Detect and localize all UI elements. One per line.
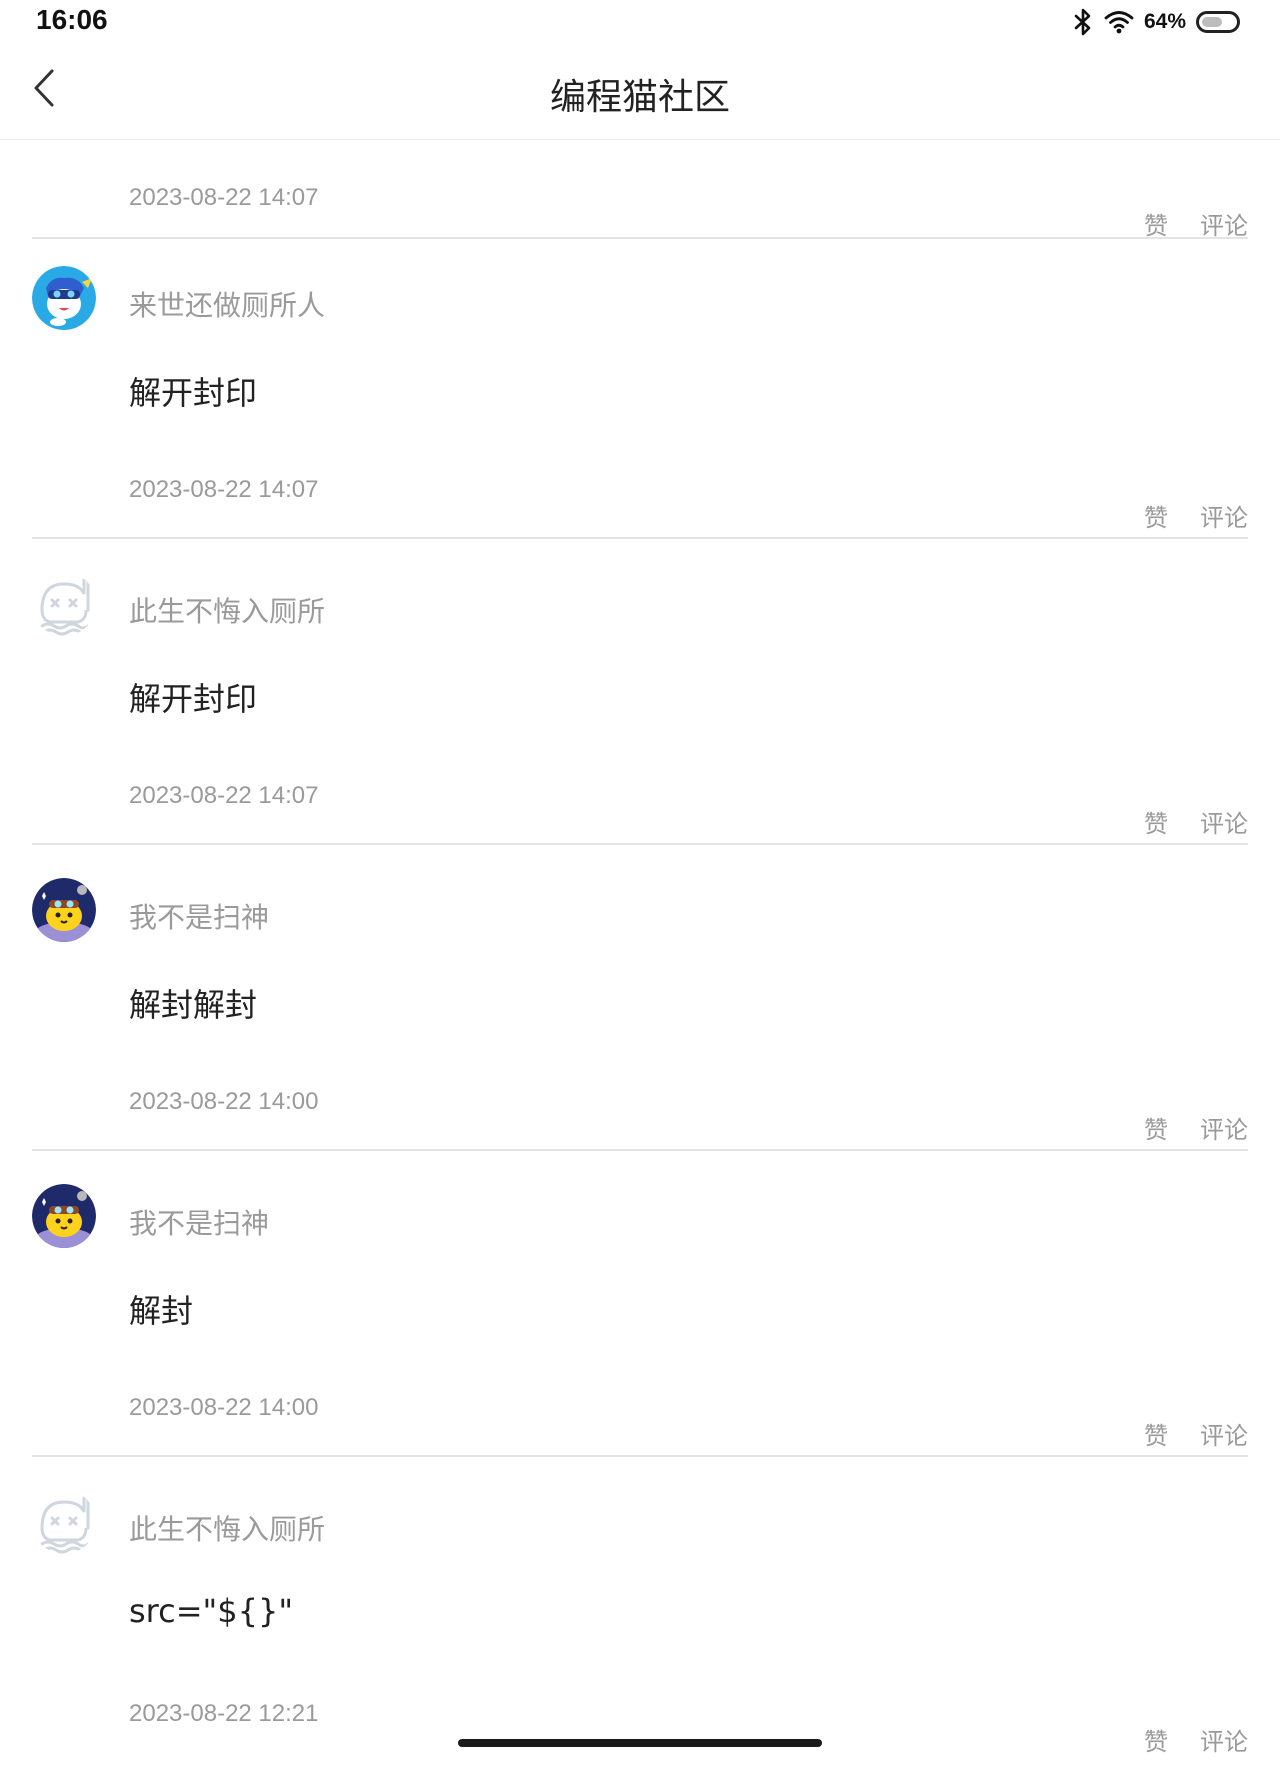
comment-timestamp: 2023-08-22 14:07 xyxy=(129,782,319,809)
battery-icon xyxy=(1196,11,1240,33)
user-avatar[interactable] xyxy=(32,572,96,636)
wifi-icon xyxy=(1104,11,1134,34)
comment-content: 解开封印 xyxy=(129,374,258,412)
page-title: 编程猫社区 xyxy=(549,77,730,118)
comment-author[interactable]: 此生不悔入厕所 xyxy=(129,1508,325,1548)
comment-author[interactable]: 我不是扫神 xyxy=(129,896,269,936)
like-button[interactable]: 赞 xyxy=(1144,804,1168,839)
battery-percent: 64% xyxy=(1143,10,1186,33)
battery-fill xyxy=(1202,17,1223,27)
user-avatar[interactable] xyxy=(32,266,96,330)
comment-timestamp: 2023-08-22 14:00 xyxy=(129,1088,319,1115)
comment-author[interactable]: 我不是扫神 xyxy=(129,1202,269,1242)
comment-timestamp: 2023-08-22 14:07 xyxy=(129,476,319,503)
home-indicator[interactable] xyxy=(458,1739,822,1747)
divider xyxy=(32,237,1248,239)
comment-actions: 赞 评论 xyxy=(1144,1416,1248,1451)
status-icons: 64% xyxy=(1072,6,1240,38)
comment-item: 此生不悔入厕所 src="${}" 2023-08-22 12:21 赞 评论 xyxy=(0,1464,1280,1770)
comment-content: 解封解封 xyxy=(129,986,258,1024)
comment-timestamp: 2023-08-22 14:07 xyxy=(129,184,319,211)
default-ghost-avatar-icon xyxy=(40,1496,90,1554)
divider xyxy=(32,843,1248,845)
comment-author[interactable]: 此生不悔入厕所 xyxy=(129,590,325,630)
comment-button[interactable]: 评论 xyxy=(1200,1110,1248,1145)
like-button[interactable]: 赞 xyxy=(1144,1416,1168,1451)
comment-timestamp: 2023-08-22 14:00 xyxy=(129,1394,319,1421)
comment-actions: 赞 评论 xyxy=(1144,206,1248,241)
like-button[interactable]: 赞 xyxy=(1144,1110,1168,1145)
comment-item: 我不是扫神 解封 2023-08-22 14:00 赞 评论 xyxy=(0,1158,1280,1464)
comment-item: 我不是扫神 解封解封 2023-08-22 14:00 赞 评论 xyxy=(0,852,1280,1158)
comment-timestamp: 2023-08-22 12:21 xyxy=(129,1700,319,1727)
comment-item: 2023-08-22 14:07 赞 评论 xyxy=(0,140,1280,240)
user-avatar[interactable] xyxy=(32,1184,96,1248)
comment-actions: 赞 评论 xyxy=(1144,804,1248,839)
like-button[interactable]: 赞 xyxy=(1144,206,1168,241)
comment-actions: 赞 评论 xyxy=(1144,498,1248,533)
user-avatar[interactable] xyxy=(32,1490,96,1554)
bluetooth-icon xyxy=(1074,8,1091,36)
comment-feed: 2023-08-22 14:07 赞 评论 来世还做厕所人 解开封印 2023-… xyxy=(0,140,1280,1770)
space-cat-avatar-icon xyxy=(32,878,96,942)
default-ghost-avatar-icon xyxy=(40,578,90,636)
comment-button[interactable]: 评论 xyxy=(1200,206,1248,241)
comment-author[interactable]: 来世还做厕所人 xyxy=(129,284,325,324)
space-cat-avatar-icon xyxy=(32,1184,96,1248)
comment-item: 来世还做厕所人 解开封印 2023-08-22 14:07 赞 评论 xyxy=(0,240,1280,546)
comment-button[interactable]: 评论 xyxy=(1200,804,1248,839)
status-bar: 16:06 64% xyxy=(0,0,1280,44)
comment-button[interactable]: 评论 xyxy=(1200,1416,1248,1451)
user-avatar[interactable] xyxy=(32,878,96,942)
divider xyxy=(32,1455,1248,1457)
comment-content: 解封 xyxy=(129,1292,194,1330)
blue-cartoon-avatar-icon xyxy=(32,266,96,330)
like-button[interactable]: 赞 xyxy=(1144,498,1168,533)
status-time: 16:06 xyxy=(36,4,108,35)
divider xyxy=(32,1149,1248,1151)
comment-actions: 赞 评论 xyxy=(1144,1110,1248,1145)
nav-header: 编程猫社区 xyxy=(0,44,1280,140)
comment-item: 此生不悔入厕所 解开封印 2023-08-22 14:07 赞 评论 xyxy=(0,546,1280,852)
comment-button[interactable]: 评论 xyxy=(1200,498,1248,533)
comment-content: src="${}" xyxy=(129,1592,294,1630)
comment-content: 解开封印 xyxy=(129,680,258,718)
divider xyxy=(32,537,1248,539)
